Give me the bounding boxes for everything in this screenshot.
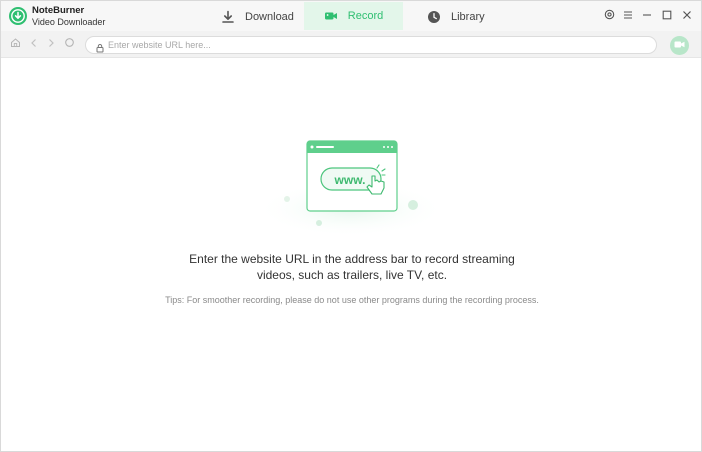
title-bar: NoteBurner Video Downloader Download Rec…: [1, 1, 701, 31]
address-bar-row: [1, 31, 701, 58]
tab-record-label: Record: [347, 10, 384, 22]
refresh-icon: [64, 35, 75, 53]
app-name: NoteBurner: [32, 5, 85, 16]
download-icon: [221, 10, 235, 24]
close-icon: [682, 10, 692, 23]
recording-tips: Tips: For smoother recording, please do …: [165, 295, 539, 305]
lock-icon: [95, 40, 105, 53]
start-record-button[interactable]: [670, 36, 689, 55]
forward-button[interactable]: [45, 38, 57, 50]
menu-button[interactable]: [621, 9, 635, 23]
home-icon: [10, 35, 21, 53]
back-button[interactable]: [28, 38, 40, 50]
chevron-left-icon: [29, 35, 39, 53]
record-illustration: www.: [251, 131, 451, 241]
record-instruction: Enter the website URL in the address bar…: [151, 251, 553, 283]
record-instruction-line-1: Enter the website URL in the address bar…: [189, 252, 515, 266]
close-button[interactable]: [680, 9, 694, 23]
tab-library[interactable]: Library: [427, 3, 507, 30]
video-camera-icon: [674, 37, 685, 55]
tab-download[interactable]: Download: [221, 3, 301, 30]
app-subtitle: Video Downloader: [32, 17, 106, 27]
app-window: NoteBurner Video Downloader Download Rec…: [0, 0, 702, 452]
settings-button[interactable]: [602, 9, 616, 23]
clock-icon: [427, 10, 441, 24]
maximize-icon: [662, 10, 672, 23]
maximize-button[interactable]: [660, 9, 674, 23]
minimize-button[interactable]: [640, 9, 654, 23]
illustration-www-text: www.: [334, 173, 366, 187]
app-logo: [9, 7, 27, 25]
record-instruction-line-2: videos, such as trailers, live TV, etc.: [256, 268, 448, 282]
minimize-icon: [642, 10, 652, 23]
menu-icon: [623, 10, 633, 23]
tab-library-label: Library: [451, 10, 485, 23]
settings-icon: [604, 9, 615, 23]
home-button[interactable]: [9, 38, 21, 50]
chevron-right-icon: [46, 35, 56, 53]
record-icon: [324, 9, 338, 23]
tab-download-label: Download: [245, 10, 294, 23]
url-input[interactable]: [108, 38, 648, 52]
url-bar: [85, 36, 657, 54]
tab-record[interactable]: Record: [304, 2, 403, 30]
refresh-button[interactable]: [63, 38, 75, 50]
